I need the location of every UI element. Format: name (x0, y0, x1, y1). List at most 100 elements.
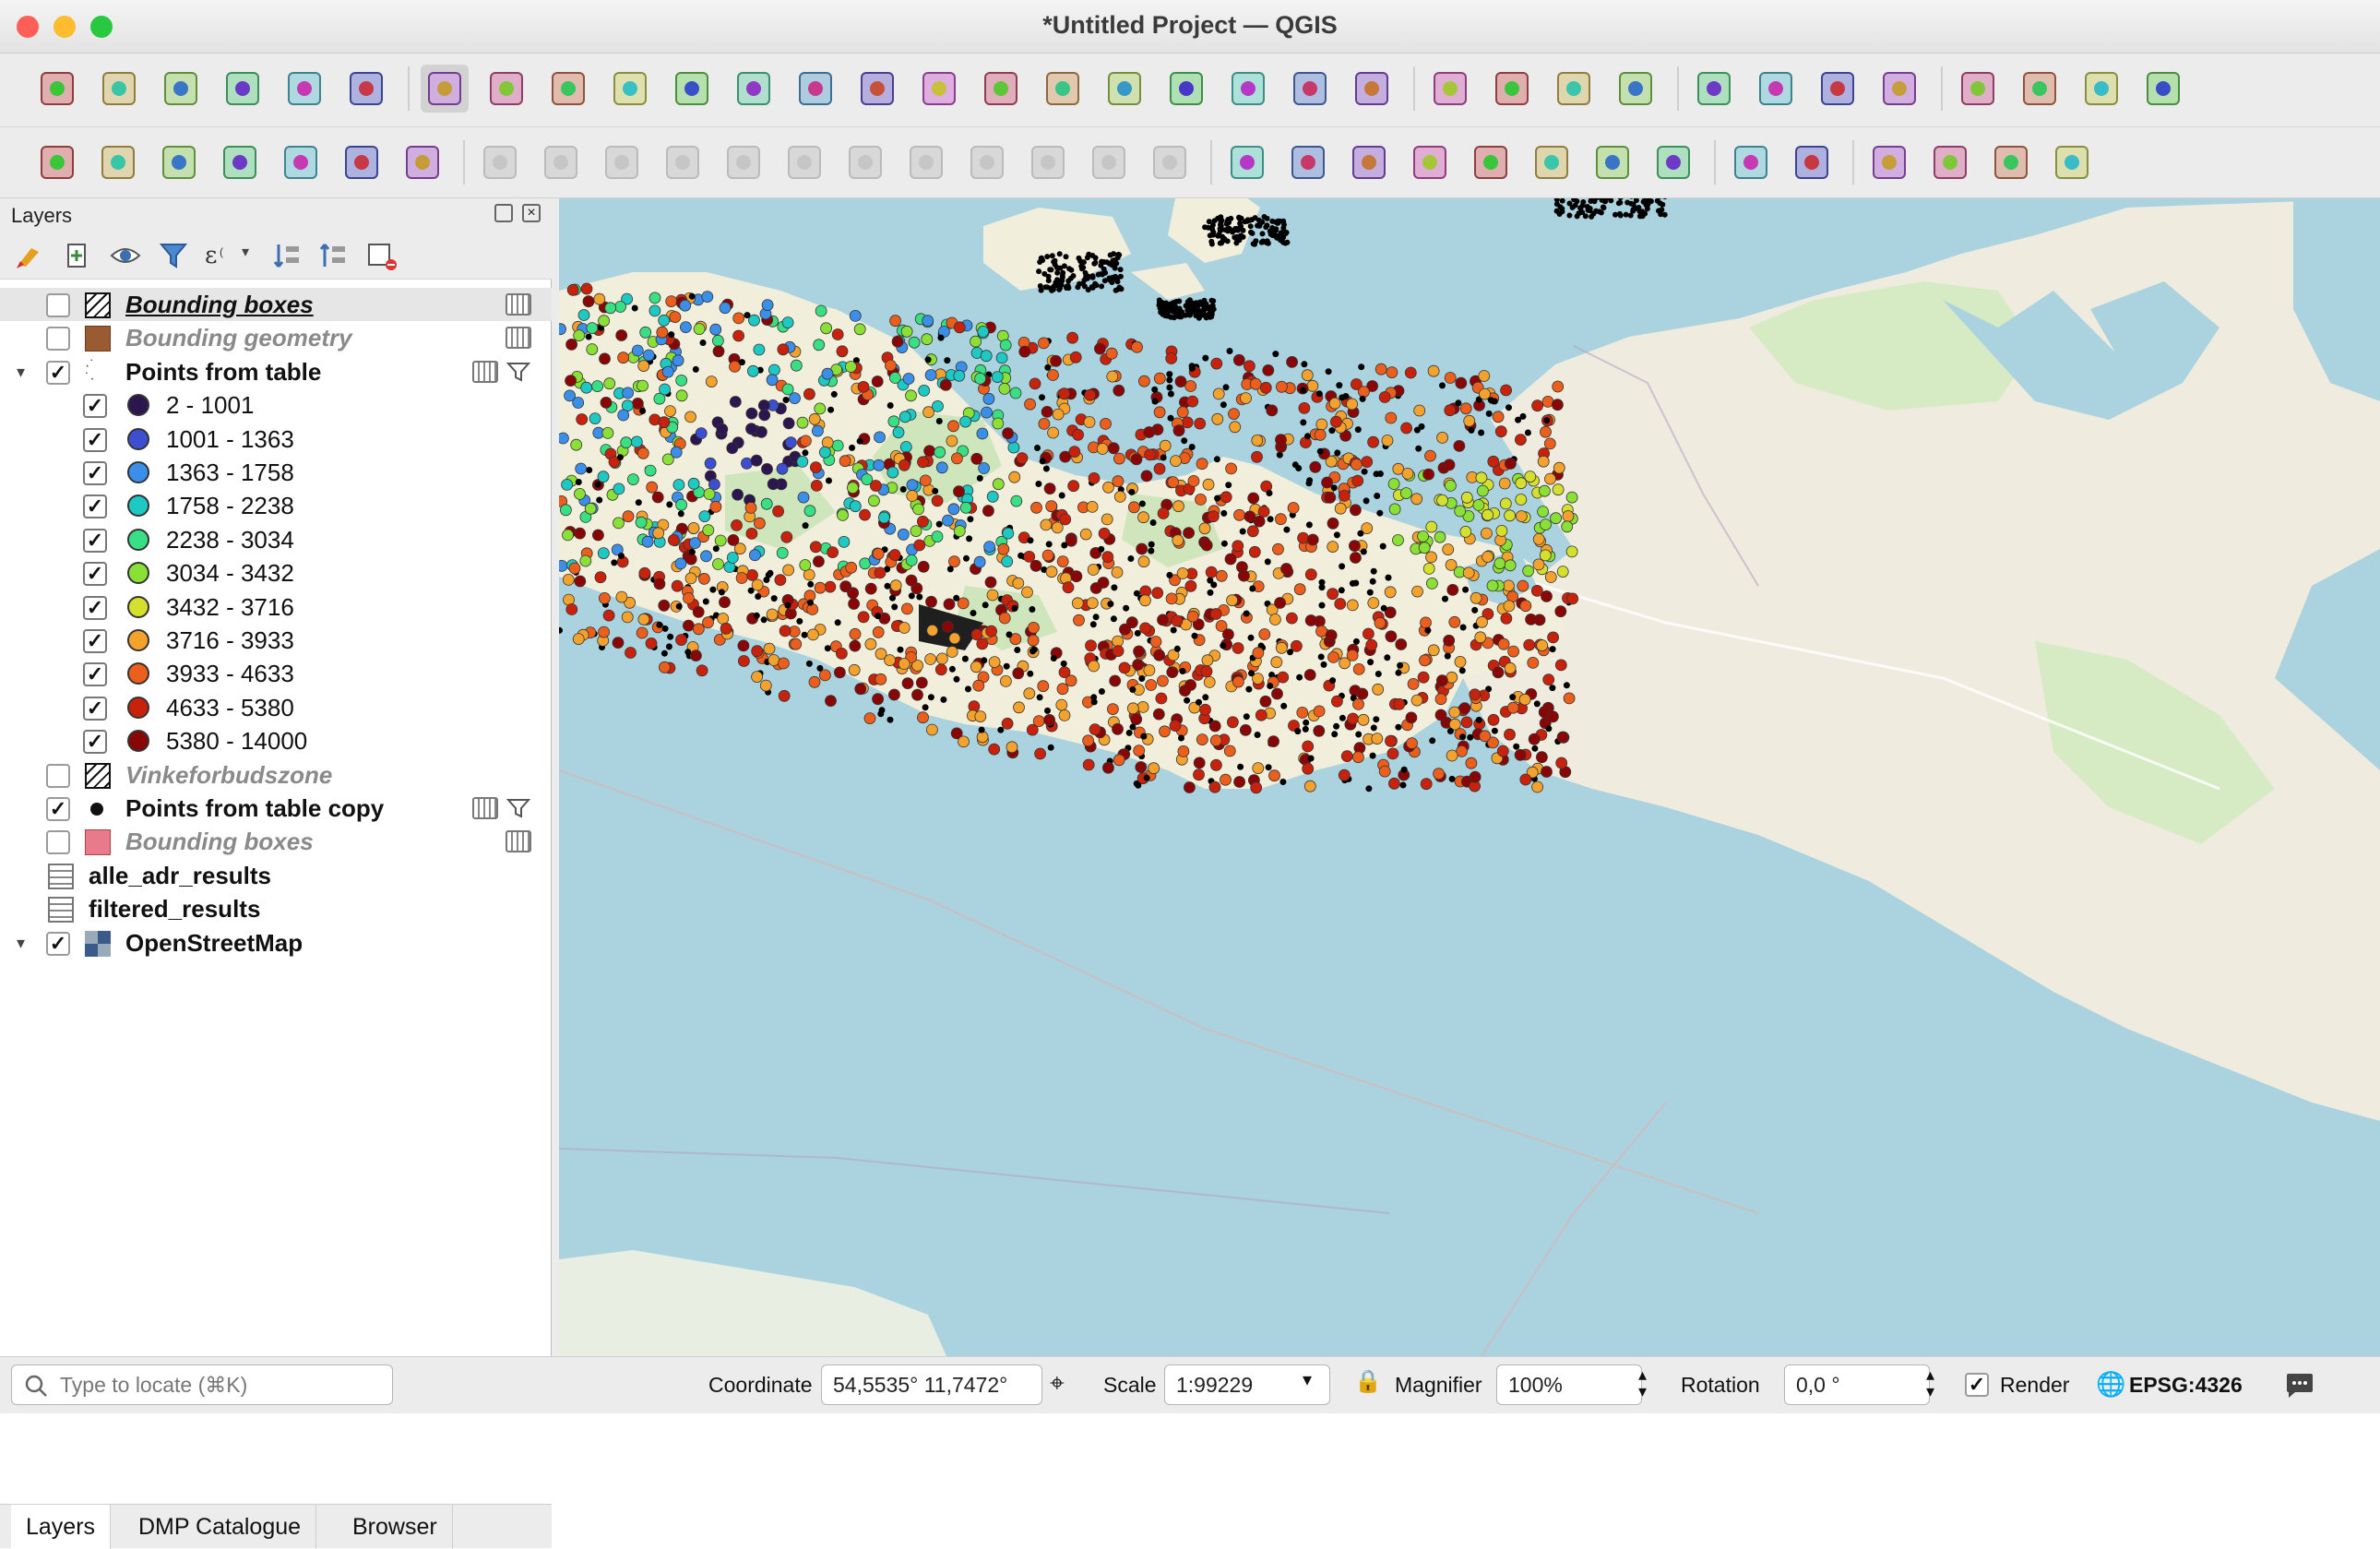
legend-class-row[interactable]: ✓ 3034 - 3432 (0, 556, 552, 590)
layer-visibility-checkbox[interactable]: ✓ (83, 427, 107, 452)
locator-input[interactable]: Type to locate (⌘K) (11, 1364, 393, 1405)
legend-class-row[interactable]: ✓ 3716 - 3933 (0, 624, 552, 657)
refresh-icon[interactable] (1348, 65, 1396, 113)
identify-icon[interactable] (1690, 65, 1738, 113)
select-by-attribute-icon[interactable] (1488, 65, 1536, 113)
toggle-editing-icon[interactable] (537, 138, 585, 186)
new-3d-view-icon[interactable] (1101, 65, 1148, 113)
magnifier-stepper-icon[interactable]: ▴ ▾ (1638, 1366, 1647, 1400)
layer-visibility-checkbox[interactable]: ✓ (46, 931, 70, 956)
lock-scale-icon[interactable]: 🔒 (1354, 1368, 1382, 1395)
eye-icon[interactable] (109, 239, 142, 272)
current-edits-icon[interactable] (476, 138, 524, 186)
expression-filter-icon[interactable]: ε( (201, 239, 234, 272)
select-by-location-icon[interactable] (1612, 65, 1660, 113)
bookmark-icon[interactable] (1162, 65, 1210, 113)
layer-row[interactable]: filtered_results (0, 892, 552, 925)
layer-visibility-checkbox[interactable]: ✓ (83, 730, 107, 755)
legend-class-row[interactable]: ✓ 2 - 1001 (0, 388, 552, 422)
close-panel-icon[interactable]: × (522, 204, 541, 222)
label-show-icon[interactable] (1467, 138, 1515, 186)
layer-row[interactable]: Bounding geometry (0, 321, 552, 354)
layer-visibility-checkbox[interactable] (46, 327, 70, 352)
embedded-widget-icon[interactable] (506, 830, 531, 853)
delete-icon[interactable] (841, 138, 889, 186)
embedded-widget-icon[interactable] (472, 797, 498, 819)
annotation-icon[interactable] (2077, 65, 2125, 113)
tab-browser[interactable]: Browser (338, 1505, 453, 1549)
vertex-tool-icon[interactable] (780, 138, 828, 186)
label-change-icon[interactable] (1649, 138, 1697, 186)
expand-all-icon[interactable] (271, 239, 304, 272)
chevron-down-icon[interactable]: ▾ (242, 243, 249, 261)
layer-visibility-checkbox[interactable]: ✓ (83, 494, 107, 519)
settings-icon[interactable] (2139, 65, 2187, 113)
layer-row[interactable]: ▾ ✓ OpenStreetMap (0, 926, 552, 959)
pan-to-selection-icon[interactable] (482, 65, 530, 113)
map-canvas[interactable] (559, 198, 2380, 1356)
tab-dmp-catalogue[interactable]: DMP Catalogue (124, 1505, 317, 1549)
filter-icon[interactable] (506, 797, 531, 819)
zoom-out-icon[interactable] (606, 65, 654, 113)
temporal-controller-icon[interactable] (1286, 65, 1334, 113)
redo-icon[interactable] (1146, 138, 1194, 186)
zoom-native-icon[interactable] (853, 65, 901, 113)
tab-layers[interactable]: Layers (11, 1505, 112, 1549)
layer-visibility-checkbox[interactable]: ✓ (83, 394, 107, 419)
rotation-field[interactable]: 0,0 ° (1784, 1364, 1930, 1405)
add-raster-icon[interactable] (216, 138, 264, 186)
plugin-globe-icon[interactable] (1865, 138, 1913, 186)
copy-icon[interactable] (963, 138, 1011, 186)
label-toolbar-icon[interactable] (1727, 138, 1775, 186)
paste-icon[interactable] (1024, 138, 1072, 186)
layer-row[interactable]: ✓ Points from table copy (0, 792, 552, 825)
georef-icon[interactable] (1788, 138, 1836, 186)
undo-icon[interactable] (1085, 138, 1133, 186)
add-feature-icon[interactable] (659, 138, 707, 186)
layer-visibility-checkbox[interactable]: ✓ (83, 662, 107, 687)
legend-class-row[interactable]: ✓ 1001 - 1363 (0, 423, 552, 456)
deselect-icon[interactable] (1550, 65, 1598, 113)
zoom-selection-icon[interactable] (730, 65, 778, 113)
save-project-icon[interactable] (157, 65, 205, 113)
layer-visibility-checkbox[interactable]: ✓ (83, 595, 107, 620)
render-checkbox[interactable]: ✓ (1965, 1373, 1989, 1397)
collapse-all-icon[interactable] (317, 239, 351, 272)
embedded-widget-icon[interactable] (506, 327, 531, 350)
embedded-widget-icon[interactable] (472, 360, 498, 383)
new-map-view-icon[interactable] (1039, 65, 1087, 113)
show-bookmarks-icon[interactable] (1224, 65, 1272, 113)
filter-icon[interactable] (506, 361, 531, 383)
python-icon[interactable] (1926, 138, 1974, 186)
open-table-icon[interactable] (1954, 65, 2002, 113)
layer-visibility-checkbox[interactable]: ✓ (83, 562, 107, 587)
gps-icon[interactable] (1987, 138, 2035, 186)
layer-visibility-checkbox[interactable]: ✓ (83, 528, 107, 553)
add-layer-icon[interactable] (33, 138, 81, 186)
measure-icon[interactable] (2016, 65, 2064, 113)
chevron-down-icon[interactable]: ▾ (1303, 1368, 1312, 1391)
float-panel-icon[interactable] (494, 204, 513, 222)
layer-visibility-checkbox[interactable]: ✓ (83, 629, 107, 653)
legend-class-row[interactable]: ✓ 5380 - 14000 (0, 724, 552, 757)
select-features-icon[interactable] (1426, 65, 1474, 113)
label-rotate-icon[interactable] (1589, 138, 1636, 186)
new-geopackage-icon[interactable] (277, 138, 325, 186)
diagram-icon[interactable] (1284, 138, 1332, 186)
messages-icon[interactable] (2284, 1372, 2315, 1400)
remove-layer-icon[interactable] (365, 239, 399, 272)
layer-row[interactable]: Bounding boxes (0, 288, 552, 321)
layer-visibility-checkbox[interactable]: ✓ (46, 797, 70, 821)
legend-class-row[interactable]: ✓ 3432 - 3716 (0, 590, 552, 624)
open-project-icon[interactable] (95, 65, 143, 113)
embedded-widget-icon[interactable] (506, 293, 531, 316)
mouse-coordinate-icon[interactable]: ⌖ (1050, 1368, 1065, 1399)
zoom-next-icon[interactable] (977, 65, 1025, 113)
cut-icon[interactable] (902, 138, 950, 186)
legend-class-row[interactable]: ✓ 4633 - 5380 (0, 691, 552, 724)
label-pin-icon[interactable] (1345, 138, 1393, 186)
digitize-icon[interactable] (155, 138, 203, 186)
layer-visibility-checkbox[interactable]: ✓ (83, 696, 107, 721)
node-tool-icon[interactable] (720, 138, 768, 186)
pan-icon[interactable] (421, 65, 469, 113)
